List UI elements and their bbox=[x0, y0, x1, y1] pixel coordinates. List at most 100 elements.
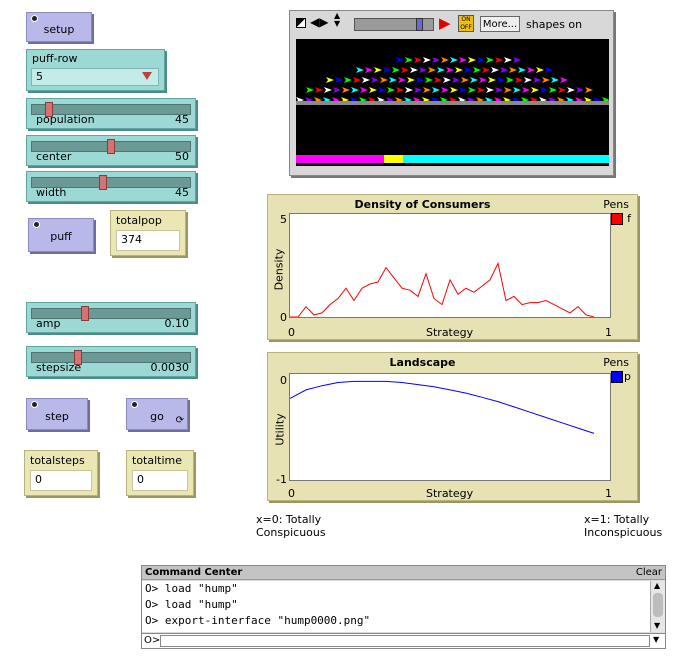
turtle-shape bbox=[389, 77, 397, 83]
output-line: O> load "hump" bbox=[145, 598, 238, 611]
output-line: O> export-interface "hump0000.png" bbox=[145, 614, 371, 627]
y-axis-label: Utility bbox=[273, 413, 287, 446]
turtle-shape bbox=[567, 87, 575, 93]
pen-name-f: f bbox=[627, 212, 631, 225]
speed-slider-knob[interactable] bbox=[416, 18, 424, 31]
step-button[interactable]: step bbox=[26, 398, 88, 430]
slider-knob[interactable] bbox=[81, 306, 90, 321]
landscape-plot-area bbox=[289, 373, 611, 481]
chooser-value[interactable]: 5 bbox=[31, 68, 159, 86]
scroll-up-icon[interactable]: ▲ bbox=[654, 581, 660, 590]
turtle-shape bbox=[513, 87, 521, 93]
slider-label: center bbox=[36, 150, 72, 163]
turtle-shape bbox=[378, 87, 386, 93]
turtle-shape bbox=[536, 67, 544, 73]
speed-slider[interactable] bbox=[354, 18, 434, 31]
slider-label: population bbox=[36, 113, 95, 126]
turtle-shape bbox=[518, 67, 526, 73]
contract-icon[interactable] bbox=[296, 18, 306, 28]
indicator-icon bbox=[131, 401, 138, 408]
turtle-shape bbox=[380, 77, 388, 83]
turtle-shape bbox=[419, 67, 427, 73]
go-button[interactable]: go ⟳ bbox=[126, 398, 188, 430]
turtle-shape bbox=[407, 77, 415, 83]
history-dropdown-icon[interactable]: ▼ bbox=[653, 635, 659, 644]
turtle-shape bbox=[324, 87, 332, 93]
slider-value: 0.10 bbox=[164, 317, 190, 330]
turtle-shape bbox=[450, 87, 458, 93]
play-arrow-icon[interactable]: ▶ bbox=[439, 14, 451, 32]
slider-knob[interactable] bbox=[107, 139, 115, 154]
turtle-shape bbox=[414, 57, 422, 63]
stepsize-slider[interactable]: stepsize 0.0030 bbox=[26, 346, 196, 377]
turtle-shape bbox=[387, 87, 395, 93]
output-line: O> load "hump" bbox=[145, 582, 238, 595]
population-slider[interactable]: population 45 bbox=[26, 98, 196, 129]
turtle-shape bbox=[542, 77, 550, 83]
clear-button[interactable]: Clear bbox=[636, 567, 662, 578]
turtle-shape bbox=[549, 87, 557, 93]
turtle-shape bbox=[495, 87, 503, 93]
indicator-icon bbox=[33, 221, 40, 228]
scroll-down-icon[interactable]: ▼ bbox=[654, 621, 660, 630]
turtle-shape bbox=[500, 67, 508, 73]
more-button[interactable]: More... bbox=[480, 16, 520, 32]
turtle-shape bbox=[527, 67, 535, 73]
turtle-shape bbox=[396, 57, 404, 63]
turtle-shape bbox=[560, 77, 568, 83]
turtle-shape bbox=[441, 87, 449, 93]
command-input[interactable] bbox=[160, 635, 650, 647]
turtle-shape bbox=[459, 87, 467, 93]
turtle-shape bbox=[306, 87, 314, 93]
puff-label: puff bbox=[50, 230, 72, 243]
turtle-shape bbox=[383, 67, 391, 73]
on-off-switch-icon[interactable]: ON OFF bbox=[458, 15, 474, 32]
observer-prompt: O> bbox=[144, 635, 161, 646]
turtle-shape bbox=[488, 77, 496, 83]
puff-row-chooser[interactable]: puff-row 5 bbox=[26, 49, 165, 91]
turtle-shape bbox=[401, 67, 409, 73]
patch-bar-magenta bbox=[296, 155, 384, 163]
turtle-shape bbox=[414, 87, 422, 93]
turtle-shape bbox=[495, 57, 503, 63]
pens-label: Pens bbox=[603, 198, 629, 211]
turtle-shape bbox=[522, 87, 530, 93]
turtle-shape bbox=[558, 87, 566, 93]
turtle-shape bbox=[477, 87, 485, 93]
caption-left: x=0: Totally Conspicuous bbox=[256, 513, 326, 539]
indicator-icon bbox=[31, 15, 38, 22]
arrows-vertical-icon[interactable]: ▲ ▼ bbox=[334, 12, 340, 28]
chooser-value-text: 5 bbox=[36, 70, 43, 83]
y-min-label: -1 bbox=[276, 473, 287, 486]
turtle-shape bbox=[360, 87, 368, 93]
turtle-shape bbox=[540, 87, 548, 93]
amp-slider[interactable]: amp 0.10 bbox=[26, 302, 196, 333]
width-slider[interactable]: width 45 bbox=[26, 171, 196, 202]
puff-button[interactable]: puff bbox=[28, 218, 94, 252]
shapes-toggle[interactable]: shapes on bbox=[526, 18, 582, 31]
turtle-shape bbox=[524, 77, 532, 83]
density-chart bbox=[290, 261, 595, 317]
setup-button[interactable]: setup bbox=[26, 12, 92, 42]
scroll-thumb[interactable] bbox=[653, 593, 663, 617]
turtle-shape bbox=[441, 57, 449, 63]
gray-turtle-row bbox=[296, 101, 609, 105]
turtle-shape bbox=[506, 77, 514, 83]
density-plot-area bbox=[289, 213, 611, 318]
landscape-plot: Landscape Pens p 0 -1 Utility 0 Strategy… bbox=[267, 352, 638, 501]
center-slider[interactable]: center 50 bbox=[26, 135, 196, 166]
turtle-shape bbox=[468, 87, 476, 93]
x-axis-label: Strategy bbox=[426, 487, 474, 500]
arrows-horizontal-icon[interactable]: ◀▶ bbox=[310, 15, 328, 29]
world-canvas[interactable] bbox=[296, 39, 609, 166]
turtle-shape bbox=[464, 67, 472, 73]
slider-knob[interactable] bbox=[99, 175, 108, 190]
vertical-scrollbar[interactable]: ▲ ▼ bbox=[650, 581, 665, 632]
turtle-shape bbox=[450, 57, 458, 63]
view-toolbar: ◀▶ ▲ ▼ ▶ ON OFF More... shapes on bbox=[290, 11, 613, 39]
turtle-shape bbox=[432, 87, 440, 93]
turtle-shape bbox=[545, 67, 553, 73]
patch-bar-yellow bbox=[384, 155, 403, 163]
turtle-shape bbox=[468, 57, 476, 63]
command-output[interactable]: O> load "hump" O> load "hump" O> export-… bbox=[142, 581, 650, 632]
